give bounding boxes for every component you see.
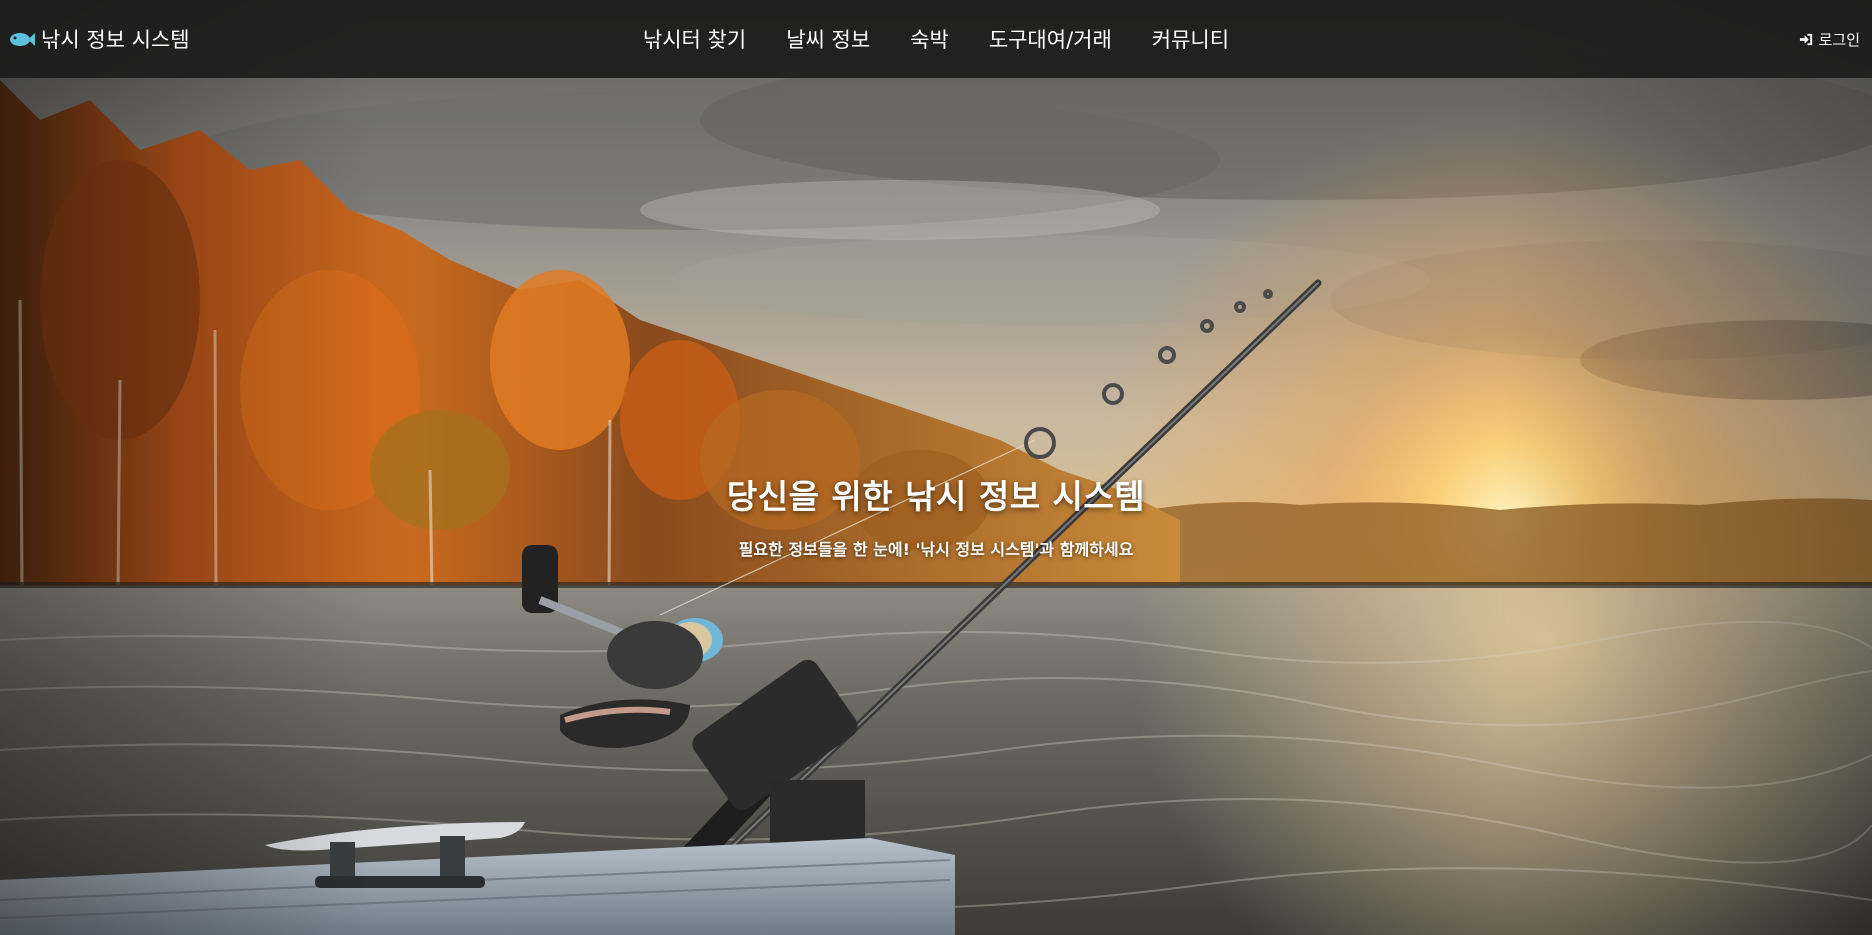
hero-title: 당신을 위한 낚시 정보 시스템 bbox=[726, 477, 1146, 516]
fish-icon bbox=[10, 32, 35, 47]
nav-item-weather[interactable]: 날씨 정보 bbox=[766, 24, 890, 54]
nav-item-community[interactable]: 커뮤니티 bbox=[1132, 24, 1249, 54]
login-label: 로그인 bbox=[1818, 30, 1860, 49]
nav-item-lodging[interactable]: 숙박 bbox=[890, 24, 969, 54]
brand-title: 낚시 정보 시스템 bbox=[41, 28, 190, 52]
top-navbar: 낚시 정보 시스템 낚시터 찾기 날씨 정보 숙박 도구대여/거래 커뮤니티 로… bbox=[0, 0, 1872, 78]
page: 낚시 정보 시스템 낚시터 찾기 날씨 정보 숙박 도구대여/거래 커뮤니티 로… bbox=[0, 0, 1872, 935]
login-button[interactable]: 로그인 bbox=[1799, 29, 1860, 50]
hero-subtitle: 필요한 정보들을 한 눈에! '낚시 정보 시스템'과 함께하세요 bbox=[738, 540, 1134, 559]
brand-link[interactable]: 낚시 정보 시스템 bbox=[10, 24, 310, 54]
hero-background-image bbox=[0, 0, 1872, 935]
nav-item-gear-rental[interactable]: 도구대여/거래 bbox=[969, 24, 1132, 54]
sign-in-icon bbox=[1799, 32, 1814, 47]
hero-text-block: 당신을 위한 낚시 정보 시스템 필요한 정보들을 한 눈에! '낚시 정보 시… bbox=[0, 470, 1872, 560]
nav-item-fishing-spots[interactable]: 낚시터 찾기 bbox=[623, 24, 766, 54]
